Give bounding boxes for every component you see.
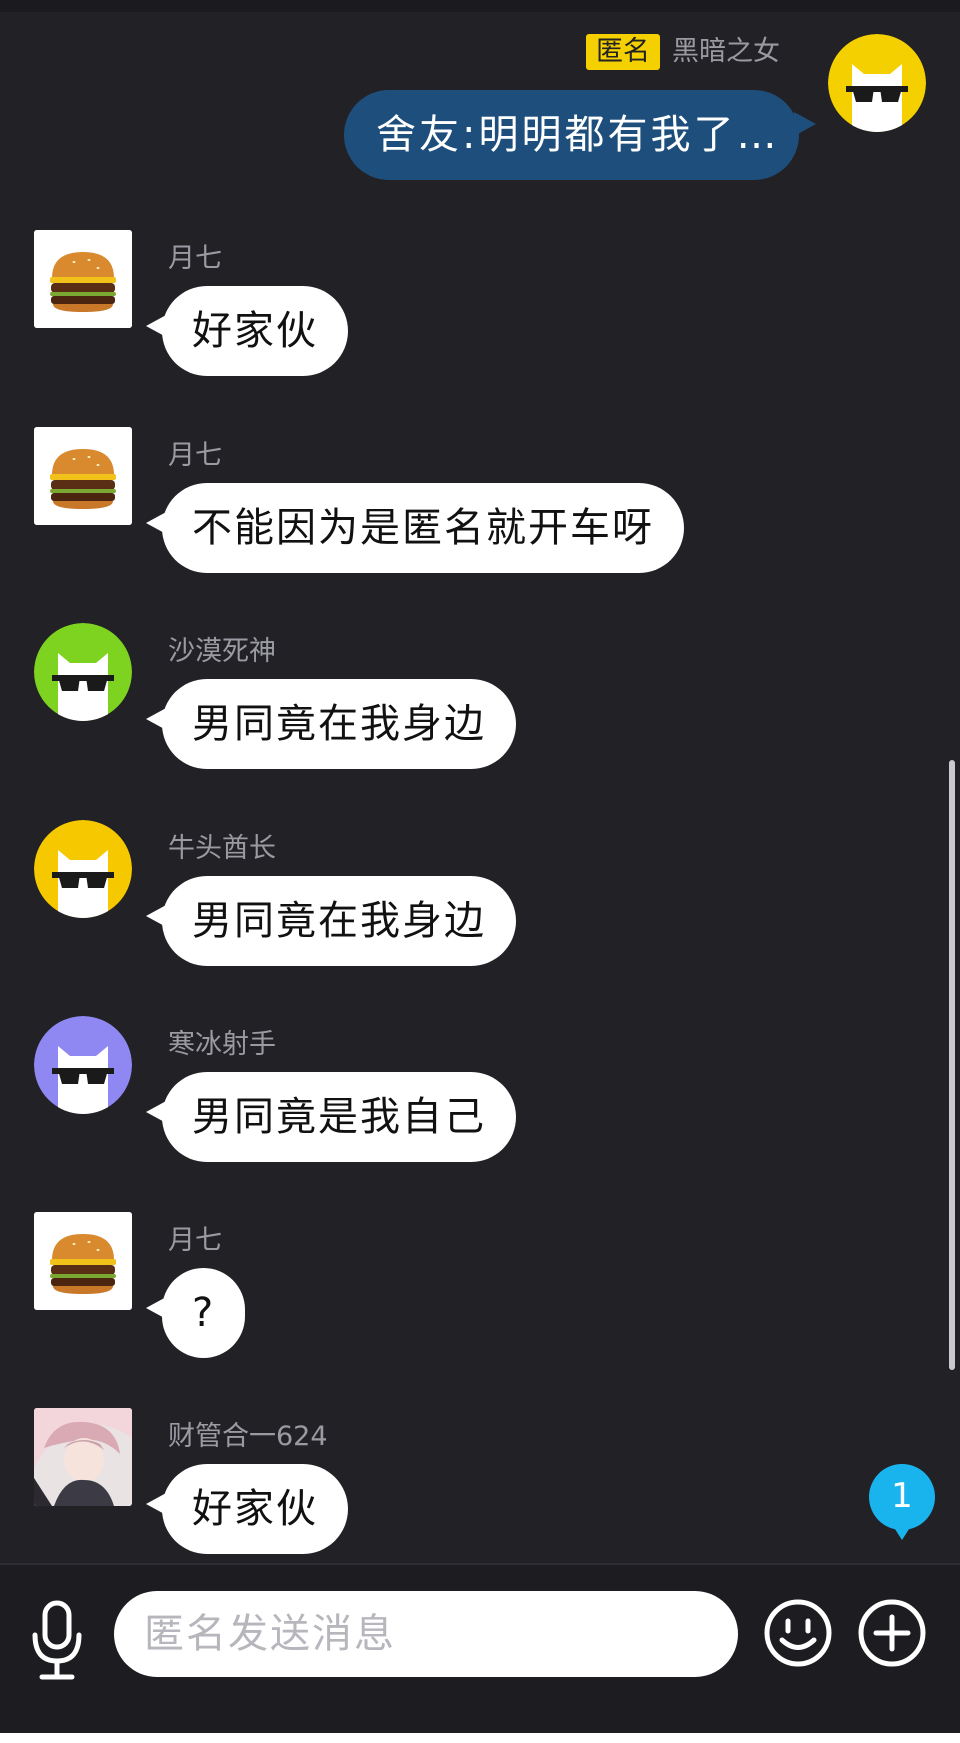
status-bar-strip (0, 0, 960, 12)
portrait-icon (34, 1408, 132, 1506)
microphone-icon[interactable] (22, 1599, 92, 1689)
scrollbar[interactable] (949, 760, 955, 1370)
sender-name: 月七 (168, 243, 222, 274)
cool-cat-avatar[interactable] (34, 820, 132, 918)
anime-portrait-avatar[interactable] (34, 1408, 132, 1506)
bottom-strip (0, 1733, 960, 1743)
burger-avatar[interactable] (34, 1212, 132, 1310)
message-bubble[interactable]: 男同竟在我身边 (162, 876, 516, 966)
self-message-bubble[interactable]: 舍友:明明都有我了… (344, 90, 799, 180)
unread-badge-pointer (893, 1526, 911, 1540)
plus-icon[interactable] (856, 1597, 928, 1669)
message-bubble[interactable]: ? (162, 1268, 246, 1358)
message-bubble[interactable]: 男同竟在我身边 (162, 679, 516, 769)
anonymous-tag: 匿名 (586, 34, 660, 70)
sender-name: 财管合一624 (168, 1421, 328, 1452)
message-bubble[interactable]: 好家伙 (162, 1464, 348, 1554)
message-composer: 匿名发送消息 (0, 1563, 960, 1733)
cool-cat-icon (34, 820, 132, 918)
sender-name: 寒冰射手 (168, 1029, 276, 1060)
sender-name: 牛头酋长 (168, 833, 276, 864)
message-bubble[interactable]: 好家伙 (162, 286, 348, 376)
cool-cat-avatar[interactable] (34, 623, 132, 721)
emoji-icon[interactable] (762, 1597, 834, 1669)
cool-cat-icon (34, 1016, 132, 1114)
unread-count-badge[interactable]: 1 (869, 1464, 935, 1530)
burger-icon (34, 1212, 132, 1310)
burger-avatar[interactable] (34, 230, 132, 328)
sender-name: 沙漠死神 (168, 636, 276, 667)
self-sender-name: 黑暗之女 (672, 36, 780, 67)
burger-avatar[interactable] (34, 427, 132, 525)
message-bubble[interactable]: 男同竟是我自己 (162, 1072, 516, 1162)
message-bubble[interactable]: 不能因为是匿名就开车呀 (162, 483, 684, 573)
self-avatar[interactable] (828, 34, 926, 132)
cool-cat-avatar[interactable] (34, 1016, 132, 1114)
cool-cat-icon (828, 34, 926, 132)
anonymous-message-input[interactable]: 匿名发送消息 (114, 1591, 738, 1677)
burger-icon (34, 427, 132, 525)
burger-icon (34, 230, 132, 328)
sender-name: 月七 (168, 440, 222, 471)
self-bubble-tail (794, 112, 816, 136)
sender-name: 月七 (168, 1225, 222, 1256)
cool-cat-icon (34, 623, 132, 721)
composer-divider (0, 1563, 960, 1565)
